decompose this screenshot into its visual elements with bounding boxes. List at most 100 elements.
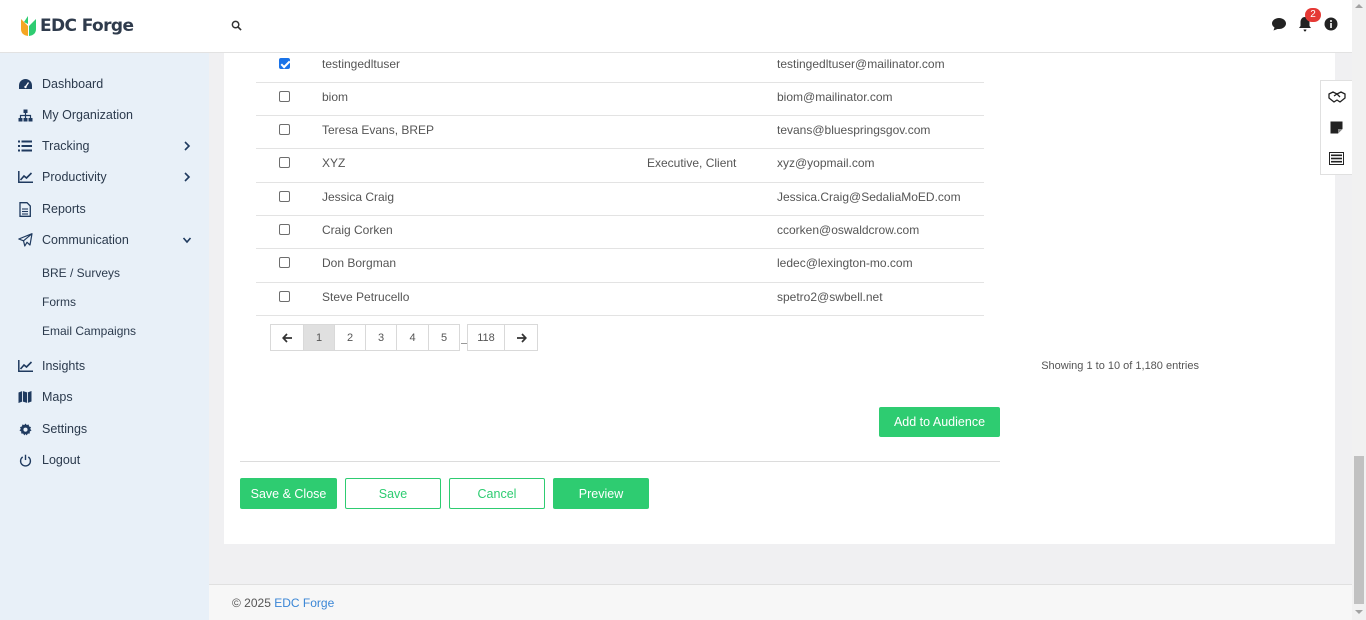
- sidebar-item-productivity[interactable]: Productivity: [0, 164, 209, 190]
- contact-name: Don Borgman: [322, 256, 397, 270]
- pagination-page-1[interactable]: 1: [303, 324, 335, 351]
- sticky-note-icon[interactable]: [1321, 112, 1352, 143]
- table-row[interactable]: Teresa Evans, BREP tevans@bluespringsgov…: [256, 116, 984, 149]
- contact-name: XYZ: [322, 156, 346, 170]
- sidebar-item-insights[interactable]: Insights: [0, 353, 209, 379]
- table-row[interactable]: Don Borgman ledec@lexington-mo.com: [256, 249, 984, 283]
- sidebar-item-settings[interactable]: Settings: [0, 416, 209, 442]
- row-checkbox[interactable]: [279, 58, 290, 69]
- sidebar-item-maps[interactable]: Maps: [0, 384, 209, 410]
- logo-mark-icon: [21, 16, 36, 36]
- page-scrollbar[interactable]: [1352, 0, 1366, 620]
- sidebar-item-communication[interactable]: Communication: [0, 227, 209, 253]
- cancel-button[interactable]: Cancel: [449, 478, 545, 509]
- arrow-left-icon: [281, 332, 292, 343]
- brand-logo[interactable]: EDC Forge: [20, 15, 134, 37]
- save-button[interactable]: Save: [345, 478, 441, 509]
- sidebar-subitem-email-campaigns[interactable]: Email Campaigns: [42, 324, 136, 338]
- scroll-down-arrow-icon[interactable]: [1355, 610, 1363, 614]
- pagination-next-button[interactable]: [504, 324, 538, 351]
- document-icon: [17, 201, 33, 217]
- sidebar-item-reports[interactable]: Reports: [0, 196, 209, 222]
- notification-count-badge: 2: [1305, 8, 1321, 22]
- save-close-button[interactable]: Save & Close: [240, 478, 337, 509]
- pagination-page-4[interactable]: 4: [396, 324, 429, 351]
- contact-name: biom: [322, 90, 349, 104]
- contact-email: ledec@lexington-mo.com: [777, 256, 913, 270]
- table-row[interactable]: biom biom@mailinator.com: [256, 83, 984, 116]
- table-row[interactable]: Jessica Craig Jessica.Craig@SedaliaMoED.…: [256, 183, 984, 216]
- pagination-last-page[interactable]: 118: [467, 324, 505, 351]
- chat-icon[interactable]: [1270, 14, 1288, 34]
- sidebar: Dashboard My Organization Tracking Produ…: [0, 53, 209, 620]
- contact-email: testingedltuser@mailinator.com: [777, 57, 945, 71]
- row-checkbox[interactable]: [279, 257, 290, 268]
- contact-name: Teresa Evans, BREP: [322, 123, 435, 137]
- sidebar-item-label: Settings: [42, 422, 88, 436]
- sidebar-subitem-bre-surveys[interactable]: BRE / Surveys: [42, 266, 120, 280]
- sidebar-item-label: My Organization: [42, 108, 134, 122]
- contact-role: Executive, Client: [647, 156, 737, 170]
- preview-button[interactable]: Preview: [553, 478, 649, 509]
- sidebar-item-label: Logout: [42, 453, 81, 467]
- settings-sliders-icon[interactable]: [1321, 143, 1352, 174]
- search-icon[interactable]: [231, 20, 242, 31]
- pagination-ellipsis: [460, 324, 468, 351]
- notification-bell-icon[interactable]: 2: [1296, 8, 1321, 34]
- row-checkbox[interactable]: [279, 157, 290, 168]
- contact-email: Jessica.Craig@SedaliaMoED.com: [777, 190, 961, 204]
- pagination-page-2[interactable]: 2: [334, 324, 366, 351]
- sidebar-item-label: Insights: [42, 359, 86, 373]
- sidebar-subitem-forms[interactable]: Forms: [42, 295, 76, 309]
- scrollbar-thumb[interactable]: [1354, 456, 1364, 604]
- row-checkbox[interactable]: [279, 91, 290, 102]
- scroll-up-arrow-icon[interactable]: [1355, 4, 1363, 8]
- contact-name: Jessica Craig: [322, 190, 395, 204]
- table-row[interactable]: XYZ Executive, Client xyz@yopmail.com: [256, 149, 984, 183]
- pagination-page-5[interactable]: 5: [428, 324, 460, 351]
- power-icon: [17, 452, 33, 468]
- contact-name: Craig Corken: [322, 223, 393, 237]
- row-checkbox[interactable]: [279, 224, 290, 235]
- sidebar-item-label: Tracking: [42, 139, 90, 153]
- sidebar-item-label: Dashboard: [42, 77, 104, 91]
- handshake-icon[interactable]: [1321, 81, 1352, 112]
- pagination-prev-button[interactable]: [270, 324, 304, 351]
- sidebar-item-tracking[interactable]: Tracking: [0, 133, 209, 159]
- footer-brand-link[interactable]: EDC Forge: [274, 596, 334, 610]
- divider: [240, 461, 1000, 462]
- contact-name: testingedltuser: [322, 57, 401, 71]
- pagination-info: Showing 1 to 10 of 1,180 entries: [1041, 360, 1199, 372]
- sidebar-item-dashboard[interactable]: Dashboard: [0, 71, 209, 97]
- contact-email: biom@mailinator.com: [777, 90, 893, 104]
- contact-email: tevans@bluespringsgov.com: [777, 123, 931, 137]
- map-icon: [17, 389, 33, 405]
- sidebar-item-label: Reports: [42, 202, 86, 216]
- floating-tools: [1320, 80, 1352, 175]
- top-header: EDC Forge 2: [0, 0, 1352, 53]
- info-icon[interactable]: [1322, 14, 1340, 34]
- dashboard-icon: [17, 76, 33, 92]
- add-to-audience-button[interactable]: Add to Audience: [879, 407, 1000, 437]
- row-checkbox[interactable]: [279, 291, 290, 302]
- row-checkbox[interactable]: [279, 191, 290, 202]
- chevron-right-icon: [184, 141, 191, 151]
- pagination: 1 2 3 4 5 118: [270, 324, 538, 351]
- sidebar-item-label: Maps: [42, 390, 73, 404]
- arrow-right-icon: [516, 332, 527, 343]
- list-icon: [17, 138, 33, 154]
- sidebar-item-label: Communication: [42, 233, 129, 247]
- sidebar-item-label: Productivity: [42, 170, 107, 184]
- row-checkbox[interactable]: [279, 124, 290, 135]
- sidebar-item-my-organization[interactable]: My Organization: [0, 102, 209, 128]
- main-content: testingedltuser testingedltuser@mailinat…: [209, 53, 1352, 620]
- content-card: testingedltuser testingedltuser@mailinat…: [224, 53, 1335, 544]
- org-chart-icon: [17, 107, 33, 123]
- contact-name: Steve Petrucello: [322, 290, 410, 304]
- table-row[interactable]: testingedltuser testingedltuser@mailinat…: [256, 50, 984, 83]
- sidebar-item-logout[interactable]: Logout: [0, 447, 209, 473]
- table-row[interactable]: Steve Petrucello spetro2@swbell.net: [256, 283, 984, 316]
- footer: © 2025 EDC Forge: [209, 584, 1352, 620]
- table-row[interactable]: Craig Corken ccorken@oswaldcrow.com: [256, 216, 984, 249]
- pagination-page-3[interactable]: 3: [365, 324, 397, 351]
